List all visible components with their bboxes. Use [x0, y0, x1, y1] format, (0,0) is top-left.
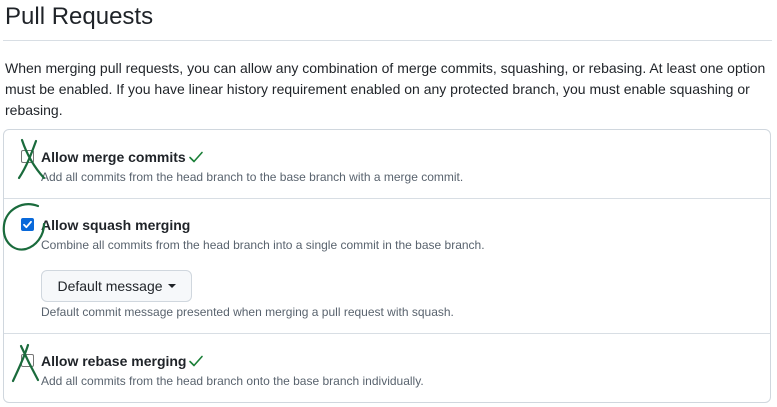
- option-merge-commits: Allow merge commits Add all commits from…: [4, 130, 770, 199]
- merge-commits-label[interactable]: Allow merge commits: [41, 148, 186, 166]
- merge-commits-description: Add all commits from the head branch to …: [41, 170, 464, 184]
- squash-merging-description: Combine all commits from the head branch…: [41, 238, 485, 252]
- default-message-dropdown[interactable]: Default message: [41, 270, 192, 302]
- page-title: Pull Requests: [5, 3, 154, 30]
- option-rebase-merging: Allow rebase merging Add all commits fro…: [4, 334, 770, 403]
- squash-merging-checkbox[interactable]: [21, 218, 34, 231]
- merge-commits-checkbox[interactable]: [21, 150, 34, 163]
- default-message-note: Default commit message presented when me…: [41, 305, 454, 319]
- intro-text: When merging pull requests, you can allo…: [5, 60, 766, 118]
- check-icon: [189, 151, 203, 163]
- rebase-merging-label[interactable]: Allow rebase merging: [41, 352, 186, 370]
- merge-options-box: Allow merge commits Add all commits from…: [3, 129, 771, 403]
- rebase-merging-description: Add all commits from the head branch ont…: [41, 374, 424, 388]
- checkbox-check-icon: [23, 220, 32, 229]
- squash-merging-label[interactable]: Allow squash merging: [41, 216, 190, 234]
- rebase-merging-checkbox[interactable]: [21, 354, 34, 367]
- title-divider: [3, 40, 772, 41]
- triangle-down-icon: [167, 284, 176, 289]
- check-icon: [189, 355, 203, 367]
- default-message-label: Default message: [57, 278, 163, 294]
